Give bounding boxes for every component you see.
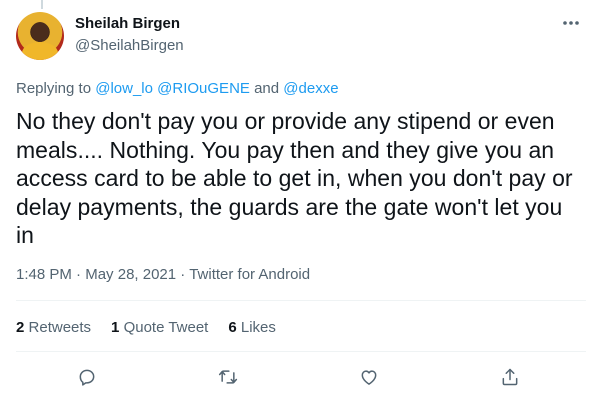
- meta-separator: ·: [76, 266, 82, 283]
- thread-connector-line: [41, 0, 43, 9]
- tweet-date[interactable]: May 28, 2021: [85, 266, 176, 283]
- author-handle[interactable]: @SheilahBirgen: [75, 37, 184, 54]
- action-bar: [0, 362, 597, 392]
- avatar[interactable]: [16, 12, 64, 60]
- avatar-face: [31, 22, 49, 42]
- engagement-stats: 2 Retweets 1 Quote Tweet 6 Likes: [16, 319, 296, 336]
- retweets-label: Retweets: [28, 319, 92, 336]
- retweets-count: 2: [16, 319, 25, 336]
- likes-stat[interactable]: 6 Likes: [228, 319, 276, 336]
- more-options-button[interactable]: [560, 12, 582, 34]
- quote-tweets-stat[interactable]: 1 Quote Tweet: [111, 319, 208, 336]
- share-button[interactable]: [495, 362, 525, 392]
- retweet-button[interactable]: [213, 362, 243, 392]
- mention-link[interactable]: @RIOuGENE: [157, 80, 250, 97]
- like-icon: [361, 370, 377, 385]
- avatar-shirt: [22, 42, 58, 60]
- meta-separator: ·: [180, 266, 186, 283]
- mention-link[interactable]: @low_lo: [95, 80, 153, 97]
- quotes-label: Quote Tweet: [123, 319, 209, 336]
- tweet-source[interactable]: Twitter for Android: [189, 266, 310, 283]
- replying-conjunction: and: [254, 80, 280, 97]
- quotes-count: 1: [111, 319, 120, 336]
- reply-icon: [79, 369, 95, 386]
- divider: [16, 300, 586, 301]
- replying-to-prefix: Replying to: [16, 80, 92, 97]
- more-dots-icon: [563, 21, 579, 25]
- divider: [16, 351, 586, 352]
- author-display-name[interactable]: Sheilah Birgen: [75, 15, 180, 32]
- tweet-detail: Sheilah Birgen @SheilahBirgen Replying t…: [0, 0, 597, 400]
- likes-count: 6: [228, 319, 237, 336]
- like-button[interactable]: [354, 362, 384, 392]
- likes-label: Likes: [240, 319, 276, 336]
- tweet-text: No they don't pay you or provide any sti…: [16, 108, 573, 248]
- reply-button[interactable]: [72, 362, 102, 392]
- share-icon: [502, 368, 518, 386]
- replying-to-line: Replying to @low_lo @RIOuGENE and @dexxe: [16, 80, 339, 97]
- tweet-time[interactable]: 1:48 PM: [16, 266, 72, 283]
- tweet-metadata: 1:48 PM · May 28, 2021 · Twitter for And…: [16, 266, 310, 283]
- mention-link[interactable]: @dexxe: [283, 80, 338, 97]
- retweets-stat[interactable]: 2 Retweets: [16, 319, 91, 336]
- retweet-icon: [218, 370, 238, 384]
